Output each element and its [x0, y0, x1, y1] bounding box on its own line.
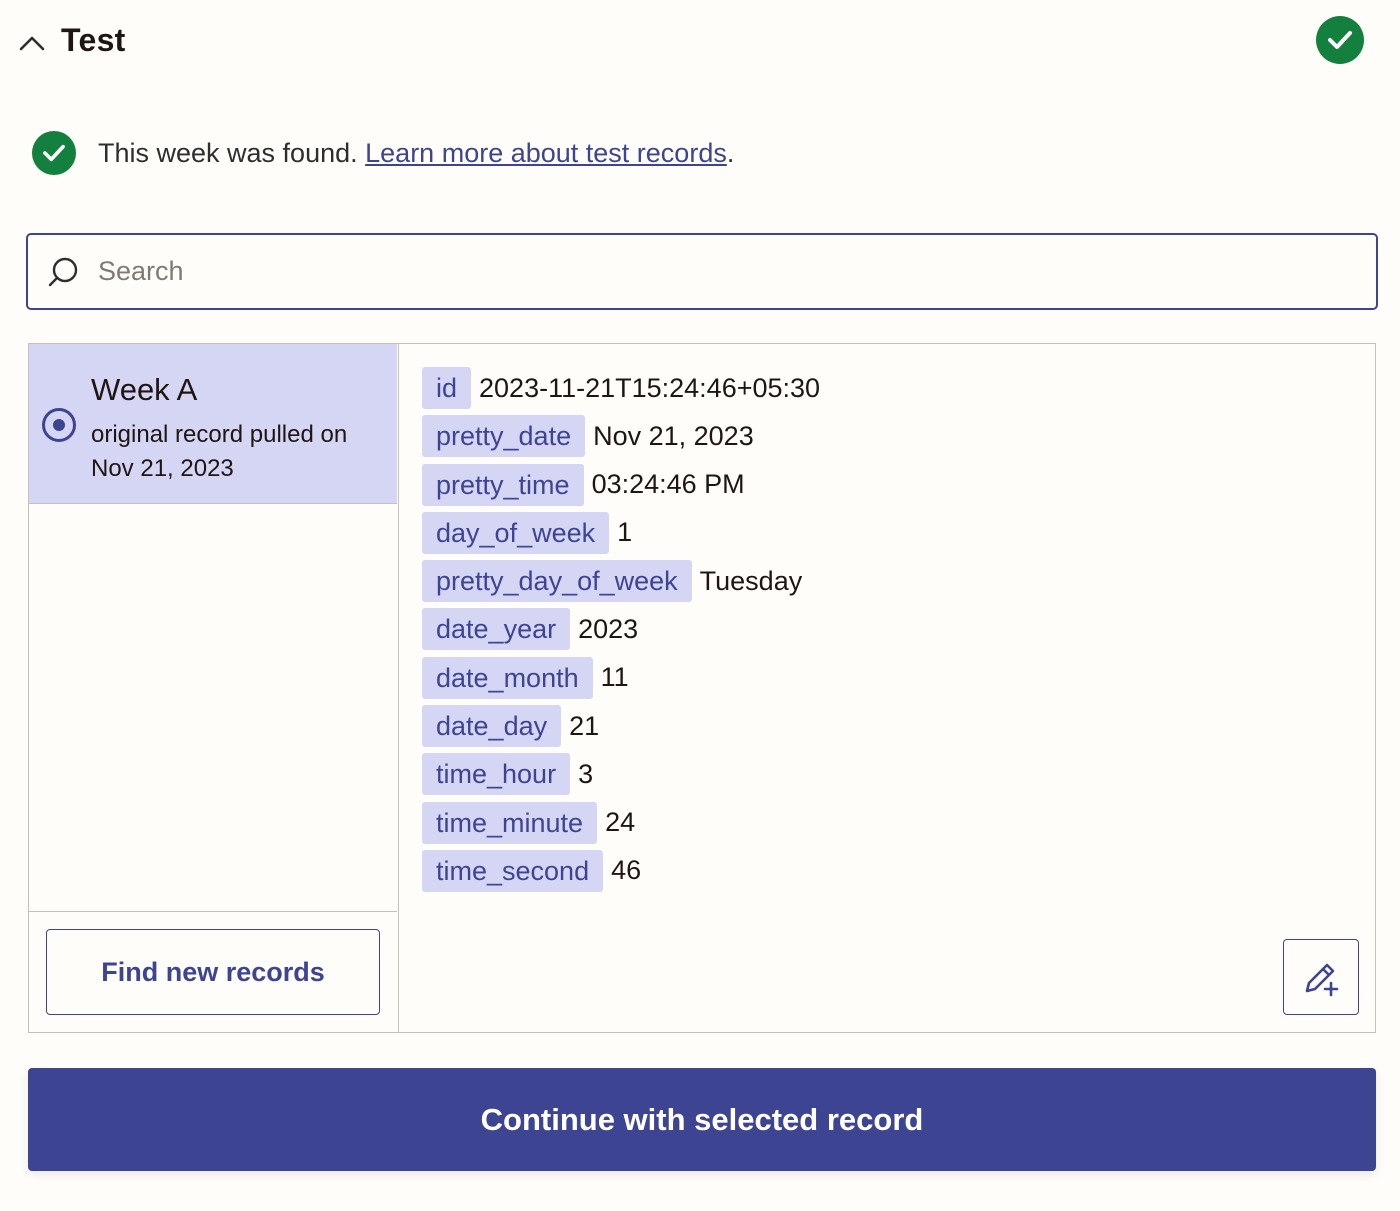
record-fields: id 2023-11-21T15:24:46+05:30 pretty_date No…: [422, 367, 1342, 898]
field-row: date_year 2023: [422, 608, 1342, 651]
learn-more-link[interactable]: Learn more about test records: [365, 138, 727, 168]
field-value: 46: [611, 855, 642, 886]
field-key: id: [422, 367, 472, 409]
field-value: 03:24:46 PM: [591, 469, 745, 500]
field-row: time_second 46: [422, 849, 1342, 892]
notice-suffix: .: [726, 137, 735, 168]
field-row: pretty_day_of_week Tuesday: [422, 560, 1342, 603]
field-key: day_of_week: [422, 511, 610, 554]
notice-message: This week was found.: [98, 137, 366, 168]
search-box[interactable]: [26, 233, 1378, 310]
notice-text: This week was found. Learn more about te…: [98, 138, 734, 169]
field-key: time_hour: [422, 753, 571, 796]
field-value: Tuesday: [699, 565, 803, 596]
chevron-up-icon: [19, 36, 45, 51]
field-key: date_day: [422, 705, 562, 748]
section-title: Test: [61, 22, 126, 58]
field-row: day_of_week 1: [422, 511, 1342, 554]
field-value: Nov 21, 2023: [593, 420, 754, 451]
field-value: 24: [605, 807, 636, 838]
test-section-header: Test: [0, 0, 1400, 88]
field-key: date_year: [422, 608, 571, 651]
radio-selected-dot: [53, 419, 65, 431]
records-panel: Week A original record pulled on Nov 21,…: [28, 343, 1376, 1033]
field-key: date_month: [422, 656, 593, 699]
test-result-notice: This week was found. Learn more about te…: [32, 130, 734, 176]
check-circle-icon: [32, 131, 76, 175]
search-icon: [48, 257, 78, 286]
field-row: date_month 11: [422, 656, 1342, 699]
field-row: pretty_time 03:24:46 PM: [422, 463, 1342, 506]
check-circle-icon: [1316, 16, 1364, 64]
collapse-button[interactable]: [14, 26, 50, 60]
records-list: Week A original record pulled on Nov 21,…: [29, 344, 399, 1032]
field-value: 3: [578, 758, 594, 789]
field-value: 11: [600, 662, 629, 693]
field-value: 2023-11-21T15:24:46+05:30: [479, 372, 821, 403]
field-key: pretty_date: [422, 415, 586, 458]
pencil-plus-icon: [1305, 963, 1339, 997]
record-radio[interactable]: [42, 408, 76, 442]
field-row: date_day 21: [422, 705, 1342, 748]
record-subtitle: original record pulled on Nov 21, 2023: [91, 421, 348, 482]
field-row: time_minute 24: [422, 801, 1342, 844]
field-row: pretty_date Nov 21, 2023: [422, 415, 1342, 458]
record-title: Week A: [91, 372, 198, 407]
field-value: 1: [617, 517, 633, 548]
field-value: 21: [569, 710, 600, 741]
field-key: pretty_time: [422, 463, 584, 506]
field-row: time_hour 3: [422, 753, 1342, 796]
field-value: 2023: [578, 613, 639, 644]
add-custom-record-button[interactable]: [1283, 939, 1359, 1015]
field-key: pretty_day_of_week: [422, 560, 692, 603]
field-key: time_second: [422, 849, 604, 892]
continue-with-selected-record-button[interactable]: Continue with selected record: [28, 1068, 1376, 1171]
find-new-records-button[interactable]: Find new records: [46, 929, 380, 1015]
records-list-footer: Find new records: [29, 911, 397, 1032]
field-row: id 2023-11-21T15:24:46+05:30: [422, 367, 1342, 409]
field-key: time_minute: [422, 801, 598, 844]
record-item-week-a[interactable]: Week A original record pulled on Nov 21,…: [29, 344, 397, 504]
search-input[interactable]: [98, 256, 1298, 287]
